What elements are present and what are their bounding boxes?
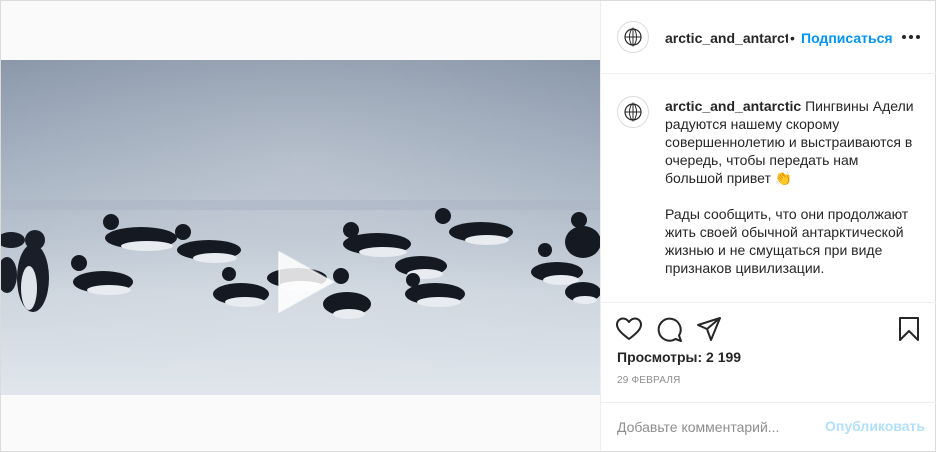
post-container: arctic_and_antarctic • Подписаться arcti… bbox=[0, 0, 936, 452]
caption-username[interactable]: arctic_and_antarctic bbox=[665, 98, 801, 114]
avatar[interactable] bbox=[617, 21, 649, 53]
caption-area: arctic_and_antarctic Пингвины Адели раду… bbox=[601, 74, 936, 302]
globe-icon bbox=[624, 102, 642, 122]
more-options-icon[interactable] bbox=[901, 25, 921, 49]
header-username[interactable]: arctic_and_antarctic bbox=[665, 30, 788, 46]
comment-icon[interactable] bbox=[655, 315, 683, 343]
views-count[interactable]: Просмотры: 2 199 bbox=[617, 349, 741, 365]
publish-button[interactable]: Опубликовать bbox=[825, 418, 925, 434]
globe-icon bbox=[624, 27, 642, 47]
share-icon[interactable] bbox=[695, 315, 723, 343]
caption-text: arctic_and_antarctic Пингвины Адели раду… bbox=[665, 97, 915, 277]
heart-icon[interactable] bbox=[615, 315, 643, 343]
comment-input[interactable] bbox=[617, 417, 807, 437]
post-header: arctic_and_antarctic • Подписаться bbox=[601, 1, 936, 74]
caption-paragraph-2: Рады сообщить, что они продолжают жить с… bbox=[665, 206, 909, 276]
video-player[interactable] bbox=[1, 60, 600, 395]
caption-avatar[interactable] bbox=[617, 96, 649, 128]
separator-dot: • bbox=[790, 30, 795, 46]
penguins-video-frame bbox=[1, 60, 600, 395]
media-panel bbox=[1, 1, 600, 451]
post-date[interactable]: 29 ФЕВРАЛЯ bbox=[617, 375, 681, 386]
bookmark-icon[interactable] bbox=[895, 315, 923, 343]
play-icon[interactable] bbox=[269, 248, 337, 316]
comment-bar: Опубликовать bbox=[601, 402, 936, 451]
follow-button[interactable]: Подписаться bbox=[801, 30, 893, 46]
post-side-panel: arctic_and_antarctic • Подписаться arcti… bbox=[600, 1, 936, 451]
post-actions: Просмотры: 2 199 29 ФЕВРАЛЯ bbox=[601, 302, 936, 402]
